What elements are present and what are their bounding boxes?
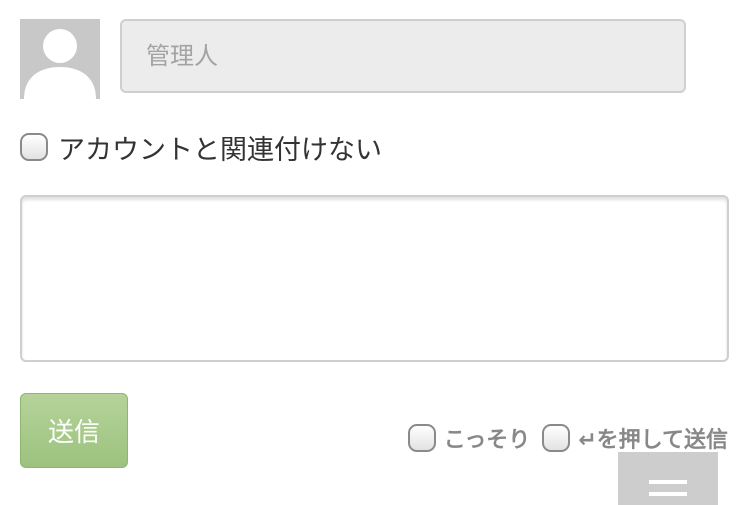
- send-options: こっそり ↵を押して送信: [407, 420, 728, 456]
- secret-label: こっそり: [443, 428, 531, 453]
- enter-to-send-checkbox[interactable]: [542, 424, 571, 452]
- name-input[interactable]: [120, 19, 686, 93]
- secret-checkbox[interactable]: [407, 424, 436, 452]
- avatar: [20, 19, 100, 99]
- send-button[interactable]: 送信: [20, 393, 128, 468]
- default-user-avatar-icon: [24, 29, 96, 99]
- message-textarea[interactable]: [20, 195, 729, 362]
- anonymous-label: アカウントと関連付けない: [58, 134, 382, 166]
- menu-button[interactable]: [618, 452, 718, 505]
- enter-to-send-label: ↵を押して送信: [578, 428, 728, 453]
- anonymous-checkbox[interactable]: [20, 133, 48, 161]
- anonymous-option[interactable]: アカウントと関連付けない: [20, 128, 382, 166]
